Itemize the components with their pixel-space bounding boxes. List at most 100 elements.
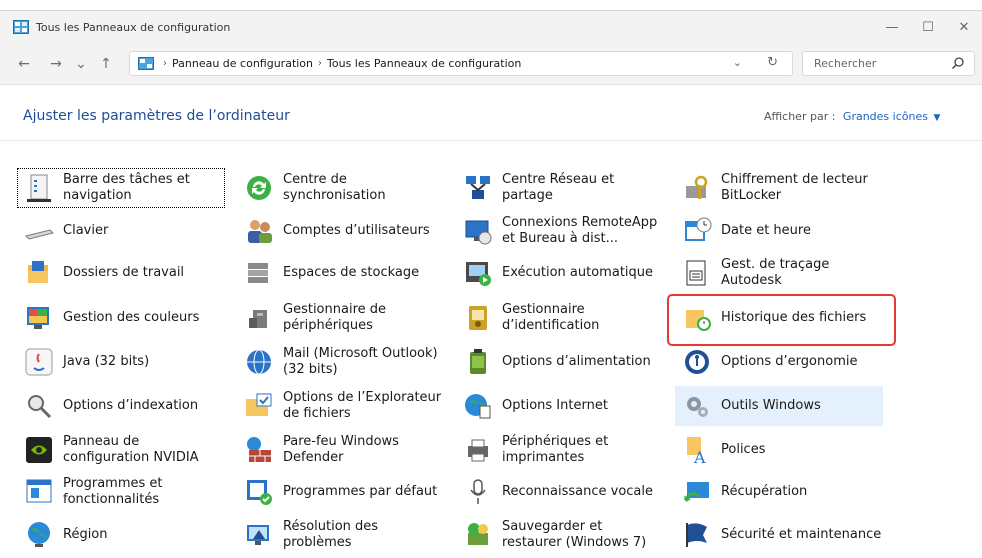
taskbar-icon [23, 172, 55, 204]
item-label: Options d’indexation [63, 398, 199, 413]
control-panel-item[interactable]: Reconnaissance vocale [456, 472, 664, 512]
up-button[interactable]: ↑ [96, 54, 116, 74]
view-by-dropdown[interactable]: Grandes icônes [843, 110, 928, 123]
item-label: Centre Réseau et partage [502, 172, 615, 203]
programs-icon [23, 476, 55, 508]
item-label: Région [63, 527, 108, 542]
storage-icon [243, 257, 275, 289]
control-panel-item[interactable]: Java (32 bits) [17, 342, 225, 382]
control-panel-item[interactable]: Sécurité et maintenance [675, 515, 883, 555]
control-panel-item[interactable]: Programmes et fonctionnalités [17, 472, 225, 512]
navigation-bar: ← → ⌄ ↑ › Panneau de configuration › Tou… [0, 43, 982, 85]
control-panel-item[interactable]: Clavier [17, 211, 225, 251]
users-icon [243, 215, 275, 247]
control-panel-item[interactable]: Options de l’Explorateur de fichiers [237, 386, 445, 426]
control-panel-item[interactable]: Connexions RemoteApp et Bureau à dist... [456, 211, 664, 251]
item-label: Options Internet [502, 398, 608, 413]
globe-icon [23, 519, 55, 551]
search-placeholder: Rechercher [814, 57, 877, 70]
control-panel-item[interactable]: Comptes d’utilisateurs [237, 211, 445, 251]
view-by: Afficher par : Grandes icônes ▼ [764, 110, 940, 123]
top-strip [0, 0, 982, 10]
title-bar: Tous les Panneaux de configuration — ☐ ✕ [0, 10, 982, 43]
control-panel-item[interactable]: Gestionnaire de périphériques [237, 298, 445, 338]
remoteapp-icon [462, 215, 494, 247]
item-label: Outils Windows [721, 398, 821, 413]
control-panel-item[interactable]: Centre Réseau et partage [456, 168, 664, 208]
printer-icon [462, 434, 494, 466]
search-input[interactable]: Rechercher [802, 51, 975, 76]
control-panel-item[interactable]: Région [17, 515, 225, 555]
control-panel-item[interactable]: Dossiers de travail [17, 253, 225, 293]
control-panel-item[interactable]: Exécution automatique [456, 253, 664, 293]
breadcrumb-all-items[interactable]: Tous les Panneaux de configuration [327, 57, 521, 70]
control-panel-item[interactable]: Options d’alimentation [456, 342, 664, 382]
control-panel-item[interactable]: Centre de synchronisation [237, 168, 445, 208]
control-panel-item[interactable]: Programmes par défaut [237, 472, 445, 512]
item-label: Java (32 bits) [63, 354, 150, 369]
sync-icon [243, 172, 275, 204]
recovery-icon [681, 476, 713, 508]
control-panel-item[interactable]: Gest. de traçage Autodesk [675, 253, 883, 293]
window-title: Tous les Panneaux de configuration [36, 20, 231, 34]
control-panel-item[interactable]: Récupération [675, 472, 883, 512]
control-panel-item[interactable]: Mail (Microsoft Outlook) (32 bits) [237, 342, 445, 382]
control-panel-item[interactable]: A Polices [675, 430, 883, 470]
control-panel-item[interactable]: Date et heure [675, 211, 883, 251]
flag-icon [681, 519, 713, 551]
item-label: Sauvegarder et restaurer (Windows 7) [502, 519, 647, 550]
item-label: Clavier [63, 223, 109, 238]
maximize-button[interactable]: ☐ [910, 11, 946, 44]
control-panel-item[interactable]: Options d’indexation [17, 386, 225, 426]
control-panel-item[interactable]: Options d’ergonomie [675, 342, 883, 382]
divider [0, 140, 982, 141]
back-button[interactable]: ← [14, 54, 34, 74]
control-panel-item[interactable]: Barre des tâches et navigation [17, 168, 225, 208]
troubleshoot-icon [243, 519, 275, 551]
keyboard-icon [23, 215, 55, 247]
item-label: Options de l’Explorateur de fichiers [283, 390, 442, 421]
control-panel-item[interactable]: Sauvegarder et restaurer (Windows 7) [456, 515, 664, 555]
breadcrumb-control-panel[interactable]: Panneau de configuration [172, 57, 313, 70]
control-panel-item[interactable]: Outils Windows [675, 386, 883, 426]
control-panel-item[interactable]: Espaces de stockage [237, 253, 445, 293]
control-panel-item[interactable]: Options Internet [456, 386, 664, 426]
item-label: Périphériques et imprimantes [502, 434, 609, 465]
item-label: Panneau de configuration NVIDIA [63, 434, 199, 465]
item-label: Centre de synchronisation [283, 172, 386, 203]
item-label: Sécurité et maintenance [721, 527, 882, 542]
item-label: Comptes d’utilisateurs [283, 223, 430, 238]
address-bar[interactable]: › Panneau de configuration › Tous les Pa… [129, 51, 793, 76]
control-panel-icon [138, 57, 154, 70]
backup-icon [462, 519, 494, 551]
address-dropdown-button[interactable]: ⌄ [733, 56, 742, 69]
bitlocker-icon [681, 172, 713, 204]
control-panel-item[interactable]: Gestionnaire d’identification [456, 298, 664, 338]
close-button[interactable]: ✕ [946, 11, 982, 44]
nvidia-icon [23, 434, 55, 466]
chevron-down-icon[interactable]: ▼ [933, 113, 940, 123]
forward-button[interactable]: → [46, 54, 66, 74]
breadcrumb-separator: › [163, 58, 167, 69]
item-label: Gestion des couleurs [63, 310, 200, 325]
item-label: Gestionnaire d’identification [502, 302, 600, 333]
minimize-button[interactable]: — [874, 11, 910, 44]
explorer-options-icon [243, 390, 275, 422]
refresh-button[interactable]: ↻ [767, 55, 778, 70]
recent-locations-button[interactable]: ⌄ [71, 54, 91, 74]
control-panel-item[interactable]: Périphériques et imprimantes [456, 430, 664, 470]
item-label: Mail (Microsoft Outlook) (32 bits) [283, 346, 438, 377]
control-panel-item[interactable]: Résolution des problèmes [237, 515, 445, 555]
item-label: Résolution des problèmes [283, 519, 379, 550]
control-panel-item[interactable]: Chiffrement de lecteur BitLocker [675, 168, 883, 208]
item-label: Reconnaissance vocale [502, 484, 654, 499]
power-icon [462, 346, 494, 378]
control-panel-item[interactable]: Pare-feu Windows Defender [237, 430, 445, 470]
control-panel-item[interactable]: Gestion des couleurs [17, 298, 225, 338]
item-label: Gestionnaire de périphériques [283, 302, 387, 333]
control-panel-item[interactable]: Panneau de configuration NVIDIA [17, 430, 225, 470]
accessibility-icon [681, 346, 713, 378]
control-panel-icon [13, 20, 29, 34]
microphone-icon [462, 476, 494, 508]
network-icon [462, 172, 494, 204]
